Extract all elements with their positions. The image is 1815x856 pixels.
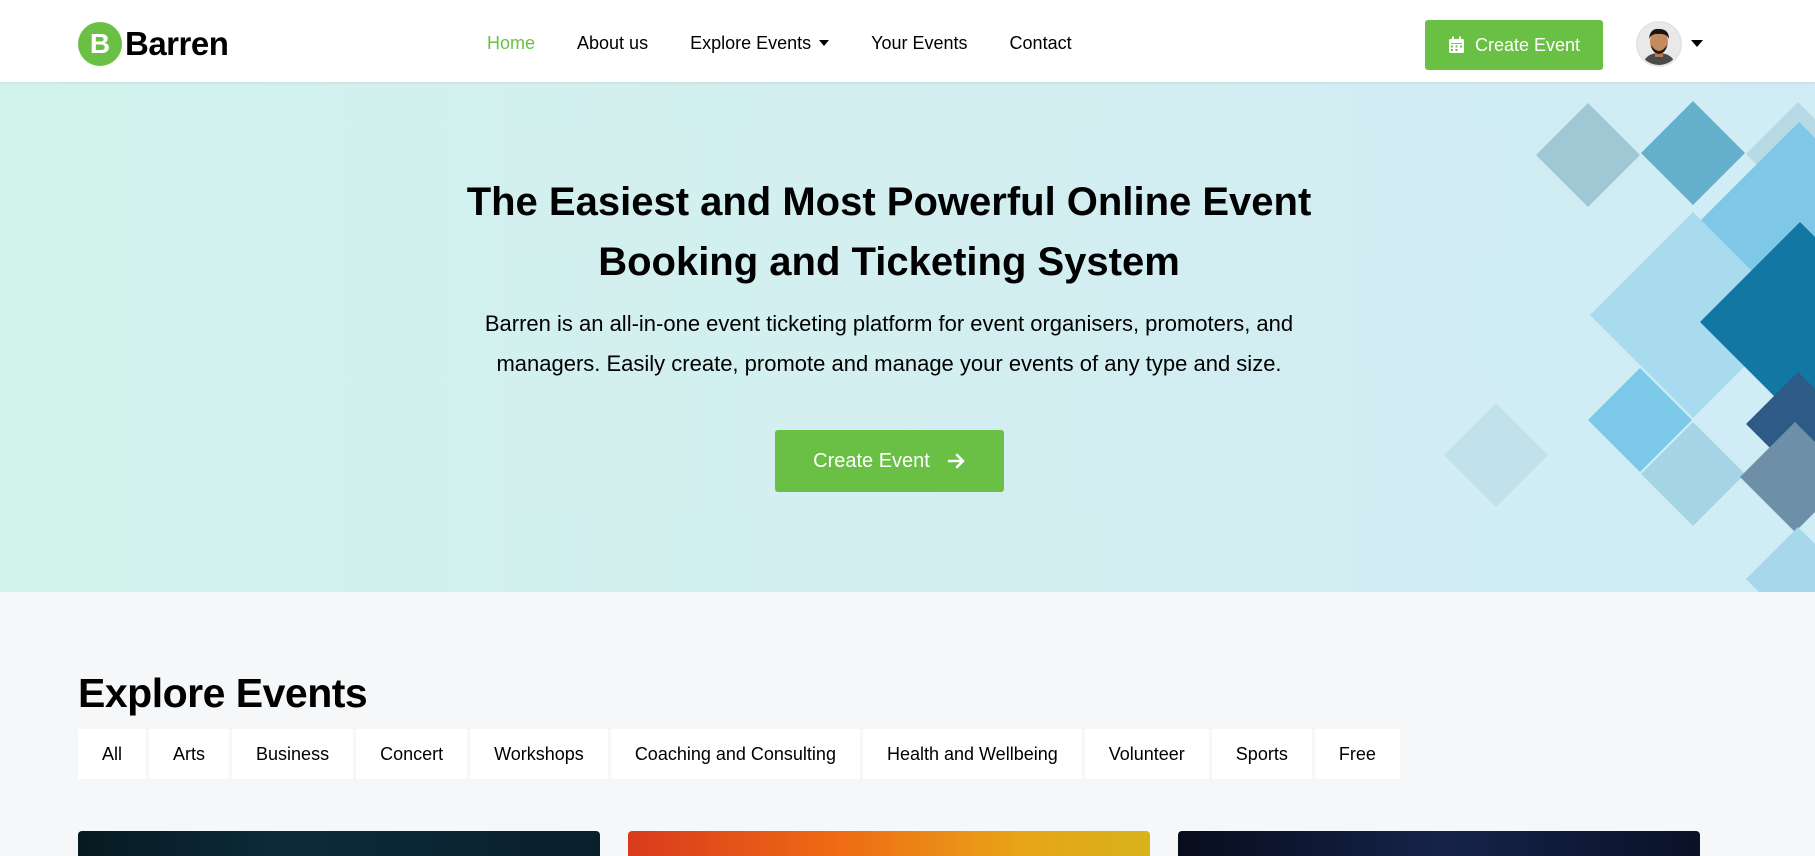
hero-desc-line: Barren is an all-in-one event ticketing … [484,311,1294,336]
tab-coaching-and-consulting[interactable]: Coaching and Consulting [610,729,860,779]
nav-item-contact[interactable]: Contact [1010,33,1072,54]
arrow-right-icon [947,453,965,469]
create-event-button-hero[interactable]: Create Event [775,430,1004,492]
tab-free[interactable]: Free [1314,729,1400,779]
main-nav: Home About us Explore Events Your Events… [487,0,1114,86]
cta-label: Create Event [813,449,930,472]
tab-all[interactable]: All [78,729,147,779]
diamond-shape [1444,403,1548,507]
nav-label: Explore Events [690,32,812,53]
tab-workshops[interactable]: Workshops [470,729,608,779]
nav-item-home[interactable]: Home [487,33,535,54]
chevron-down-icon [819,40,830,46]
nav-item-explore-events[interactable]: Explore Events [690,32,830,54]
logo-text: Barren [125,25,229,62]
logo-mark: B [78,22,122,66]
avatar-image [1638,23,1680,65]
tab-volunteer[interactable]: Volunteer [1084,729,1209,779]
nav-label: Home [487,32,536,53]
event-card-image[interactable] [1178,831,1700,856]
nav-label: Contact [1009,32,1072,53]
hero-title-line: Booking and Ticketing System [598,240,1180,284]
hero-desc-line: managers. Easily create, promote and man… [496,351,1282,376]
hero-section: The Easiest and Most Powerful Online Eve… [0,82,1815,592]
hero-title: The Easiest and Most Powerful Online Eve… [0,172,1778,292]
calendar-icon [1448,36,1464,53]
event-card-image[interactable] [78,831,600,856]
tab-business[interactable]: Business [232,729,354,779]
diamond-shape [1746,527,1815,592]
nav-label: Your Events [871,32,968,53]
explore-events-heading: Explore Events [78,670,368,716]
event-card-image[interactable] [628,831,1150,856]
tab-health-and-wellbeing[interactable]: Health and Wellbeing [862,729,1082,779]
nav-label: About us [577,32,649,53]
hero-description: Barren is an all-in-one event ticketing … [0,304,1778,384]
category-tabs: All Arts Business Concert Workshops Coac… [78,729,1403,779]
brand-logo[interactable]: B Barren [78,22,229,66]
hero-title-line: The Easiest and Most Powerful Online Eve… [466,180,1312,224]
top-header: B Barren Home About us Explore Events Yo… [0,0,1815,82]
chevron-down-icon[interactable] [1691,40,1703,47]
tab-sports[interactable]: Sports [1211,729,1312,779]
tab-concert[interactable]: Concert [356,729,468,779]
create-event-button-header[interactable]: Create Event [1425,20,1603,70]
nav-item-your-events[interactable]: Your Events [871,33,967,54]
tab-arts[interactable]: Arts [149,729,230,779]
nav-item-about-us[interactable]: About us [577,33,648,54]
create-event-label: Create Event [1474,34,1581,55]
user-avatar[interactable] [1636,21,1682,67]
